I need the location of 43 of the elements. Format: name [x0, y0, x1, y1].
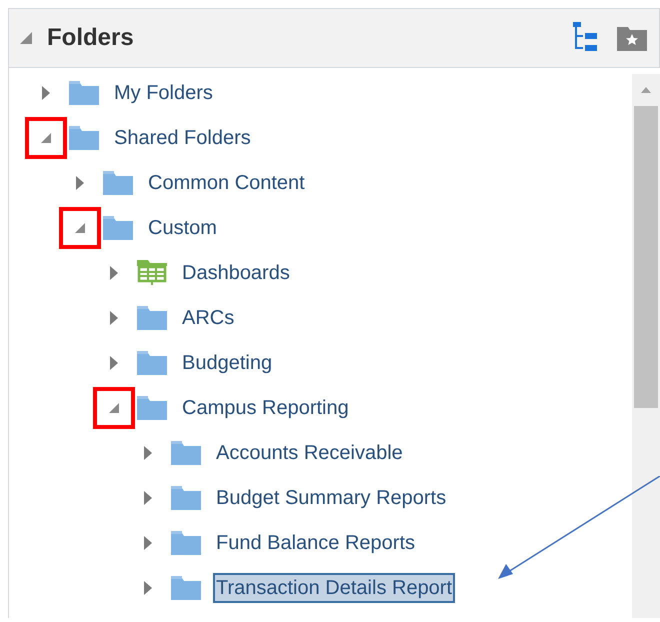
- folder-icon: [69, 126, 99, 150]
- tree-item[interactable]: Transaction Details Report: [213, 572, 456, 602]
- tree-item[interactable]: ARCs: [179, 302, 238, 332]
- scrollbar[interactable]: [632, 74, 660, 618]
- tree-item[interactable]: Fund Balance Reports: [213, 528, 418, 558]
- folder-icon: [69, 80, 99, 104]
- expand-triangle-icon[interactable]: [143, 490, 153, 506]
- tree-item[interactable]: Accounts Receivable: [213, 438, 406, 468]
- scrollbar-thumb[interactable]: [634, 106, 658, 408]
- dashboard-folder-icon: [137, 260, 167, 286]
- folder-icon: [171, 486, 201, 510]
- tree-item[interactable]: Dashboards: [179, 258, 293, 288]
- expand-triangle-icon[interactable]: [109, 310, 119, 326]
- tree-item[interactable]: Shared Folders: [111, 122, 254, 152]
- expand-triangle-icon[interactable]: [143, 534, 153, 550]
- expand-triangle-icon[interactable]: [143, 444, 153, 460]
- folder-icon: [171, 440, 201, 464]
- scroll-up-icon[interactable]: [640, 86, 652, 94]
- expand-triangle-icon[interactable]: [75, 174, 85, 190]
- folder-icon: [137, 350, 167, 374]
- folder-icon: [137, 396, 167, 420]
- folder-icon: [171, 530, 201, 554]
- tree-view-icon[interactable]: [573, 22, 599, 54]
- expand-triangle-icon[interactable]: [109, 264, 119, 280]
- collapse-triangle-icon[interactable]: [74, 222, 86, 234]
- tree-item[interactable]: My Folders: [111, 78, 216, 108]
- folder-icon: [171, 576, 201, 600]
- folder-icon: [103, 216, 133, 240]
- panel-title: Folders: [47, 23, 134, 53]
- collapse-triangle-icon[interactable]: [19, 31, 33, 45]
- tree-item[interactable]: Campus Reporting: [179, 392, 352, 422]
- tree-item[interactable]: Budgeting: [179, 348, 276, 378]
- collapse-triangle-icon[interactable]: [40, 132, 52, 144]
- expand-triangle-icon[interactable]: [109, 354, 119, 370]
- tree-item[interactable]: Common Content: [145, 168, 308, 198]
- expand-triangle-icon[interactable]: [143, 580, 153, 596]
- expand-triangle-icon[interactable]: [41, 84, 51, 100]
- tree-item[interactable]: Budget Summary Reports: [213, 482, 450, 512]
- tree-item[interactable]: Custom: [145, 212, 220, 242]
- folder-icon: [103, 170, 133, 194]
- folder-icon: [137, 306, 167, 330]
- collapse-triangle-icon[interactable]: [108, 402, 120, 414]
- folder-star-icon[interactable]: [617, 25, 647, 51]
